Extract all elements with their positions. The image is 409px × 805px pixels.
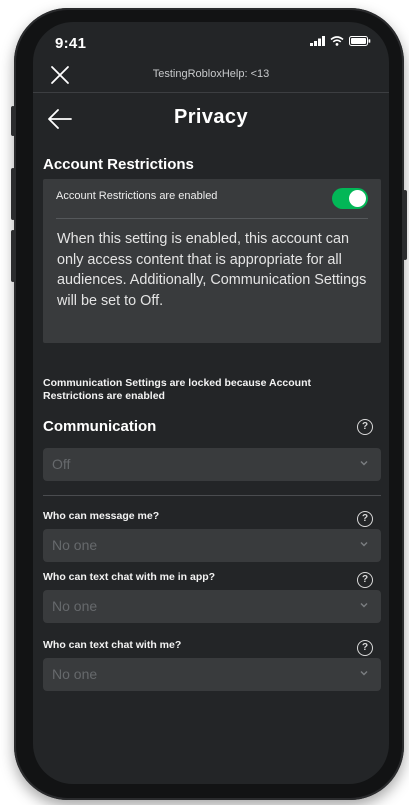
panel-divider	[56, 218, 368, 219]
volume-down-button	[11, 230, 15, 282]
account-restrictions-title: Account Restrictions	[43, 156, 194, 173]
help-icon[interactable]: ?	[357, 572, 373, 588]
dropdown-value: No one	[52, 598, 98, 614]
signal-icon	[310, 36, 325, 46]
chevron-down-icon	[360, 542, 368, 547]
mute-switch	[11, 106, 15, 136]
toggle-knob	[349, 190, 366, 207]
chevron-down-icon	[360, 671, 368, 676]
chevron-down-icon	[360, 603, 368, 608]
dropdown-value: No one	[52, 666, 98, 682]
account-restrictions-panel: Account Restrictions are enabled When th…	[43, 179, 381, 343]
section-divider	[43, 495, 381, 496]
battery-icon	[349, 36, 371, 46]
app-screen: 9:41 TestingRobloxHelp: <13 Privacy Acco…	[33, 22, 389, 784]
status-time: 9:41	[55, 35, 87, 52]
page-title: Privacy	[174, 106, 248, 128]
account-restrictions-description: When this setting is enabled, this accou…	[57, 231, 367, 309]
top-bar: TestingRobloxHelp: <13	[33, 58, 389, 93]
who-can-chat-in-app-dropdown[interactable]: No one	[43, 590, 381, 623]
chevron-down-icon	[360, 461, 368, 466]
page-header: Privacy	[33, 92, 389, 146]
help-icon[interactable]: ?	[357, 419, 373, 435]
field-label-chat: Who can text chat with me?	[43, 639, 182, 651]
help-icon[interactable]: ?	[357, 511, 373, 527]
who-can-message-dropdown[interactable]: No one	[43, 529, 381, 562]
who-can-chat-dropdown[interactable]: No one	[43, 658, 381, 691]
dropdown-value: Off	[52, 456, 71, 472]
field-label-chat-in-app: Who can text chat with me in app?	[43, 571, 216, 583]
dropdown-value: No one	[52, 537, 98, 553]
topbar-title: TestingRobloxHelp: <13	[152, 68, 270, 80]
communication-locked-note: Communication Settings are locked becaus…	[43, 377, 312, 402]
volume-up-button	[11, 168, 15, 220]
account-restrictions-toggle[interactable]	[332, 188, 368, 209]
status-icons	[310, 36, 371, 46]
help-icon[interactable]: ?	[357, 640, 373, 656]
account-restrictions-toggle-label: Account Restrictions are enabled	[56, 190, 218, 202]
power-button	[403, 190, 407, 260]
status-bar: 9:41	[33, 22, 389, 54]
field-label-message: Who can message me?	[43, 510, 160, 522]
wifi-icon	[330, 36, 344, 46]
communication-title: Communication	[43, 418, 157, 435]
communication-preset-dropdown[interactable]: Off	[43, 448, 381, 481]
